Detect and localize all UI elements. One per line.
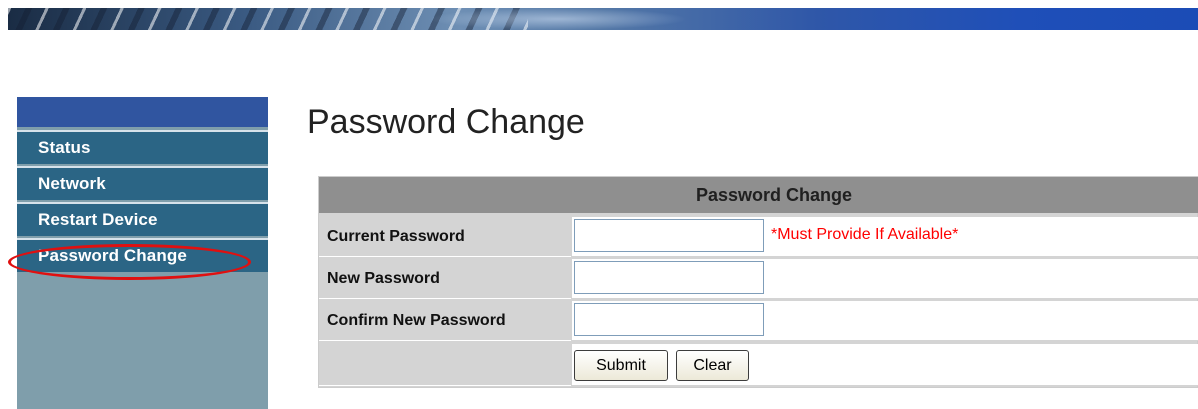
- sidebar-item-network[interactable]: Network: [17, 166, 268, 200]
- form-row-confirm-password: Confirm New Password: [319, 301, 1198, 341]
- form-header: Password Change: [319, 177, 1198, 213]
- new-password-label: New Password: [319, 259, 571, 299]
- sidebar-item-password-change[interactable]: Password Change: [17, 238, 268, 272]
- banner-glow: [428, 8, 688, 30]
- current-password-input[interactable]: [574, 219, 764, 252]
- confirm-password-label: Confirm New Password: [319, 301, 571, 341]
- page-title: Password Change: [307, 103, 585, 141]
- form-row-new-password: New Password: [319, 259, 1198, 299]
- sidebar-top-bar: [17, 97, 268, 127]
- confirm-password-cell: [572, 301, 1198, 341]
- sidebar-item-restart-device[interactable]: Restart Device: [17, 202, 268, 236]
- new-password-cell: [572, 259, 1198, 299]
- current-password-label: Current Password: [319, 217, 571, 257]
- new-password-input[interactable]: [574, 261, 764, 294]
- form-row-current-password: Current Password *Must Provide If Availa…: [319, 217, 1198, 257]
- current-password-cell: *Must Provide If Available*: [572, 217, 1198, 257]
- header-banner: [8, 8, 1198, 30]
- sidebar-item-label: Network: [38, 174, 106, 193]
- sidebar-item-label: Password Change: [38, 246, 187, 265]
- clear-button[interactable]: Clear: [676, 350, 749, 381]
- password-change-form: Password Change Current Password *Must P…: [318, 176, 1198, 388]
- actions-cell: Submit Clear: [572, 344, 1198, 386]
- sidebar-item-label: Restart Device: [38, 210, 158, 229]
- actions-label-cell: [319, 344, 571, 386]
- sidebar-item-label: Status: [38, 138, 91, 157]
- form-row-actions: Submit Clear: [319, 344, 1198, 386]
- sidebar-item-status[interactable]: Status: [17, 130, 268, 164]
- submit-button[interactable]: Submit: [574, 350, 668, 381]
- sidebar: Status Network Restart Device Password C…: [17, 97, 268, 409]
- confirm-password-input[interactable]: [574, 303, 764, 336]
- required-note: *Must Provide If Available*: [771, 226, 959, 243]
